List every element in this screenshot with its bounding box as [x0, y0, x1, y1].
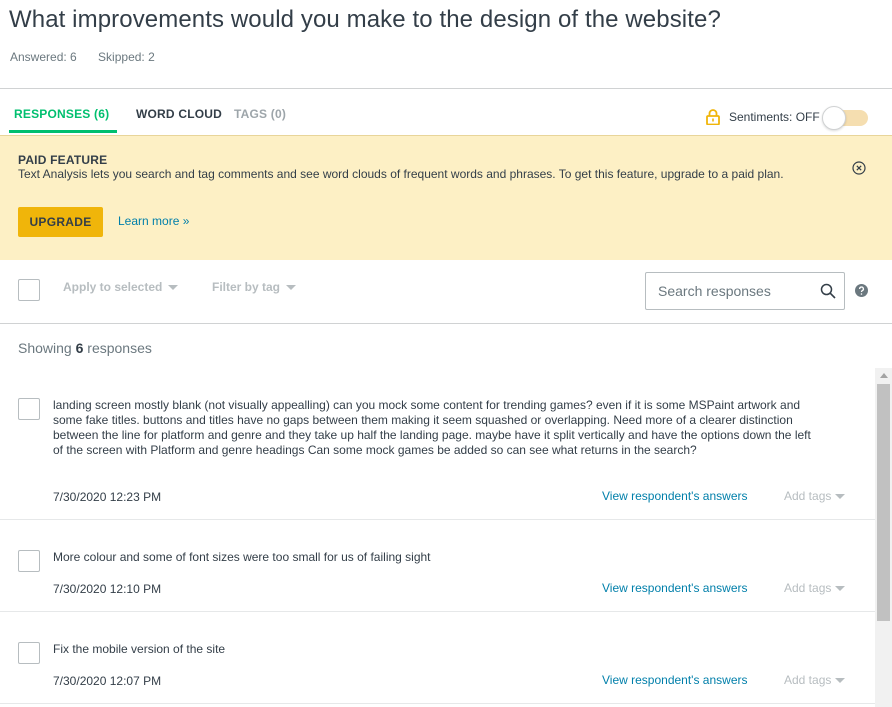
scrollbar-thumb[interactable] [877, 384, 890, 621]
list-item: Fix the mobile version of the site 7/30/… [0, 612, 875, 704]
tab-word-cloud[interactable]: WORD CLOUD [136, 107, 222, 121]
scrollbar[interactable] [875, 368, 892, 707]
response-checkbox[interactable] [18, 550, 40, 572]
chevron-down-icon [835, 493, 846, 499]
response-timestamp: 7/30/2020 12:07 PM [53, 674, 162, 688]
response-timestamp: 7/30/2020 12:10 PM [53, 582, 162, 596]
toggle-knob [821, 106, 846, 130]
active-tab-indicator [9, 130, 117, 133]
showing-count: Showing 6 responses [18, 340, 152, 356]
response-timestamp: 7/30/2020 12:23 PM [53, 490, 162, 504]
filter-by-tag-dropdown[interactable]: Filter by tag [212, 280, 297, 294]
apply-to-selected-label: Apply to selected [63, 280, 163, 294]
lock-icon [706, 109, 720, 125]
list-item: More colour and some of font sizes were … [0, 520, 875, 612]
view-respondent-answers-link[interactable]: View respondent's answers [602, 581, 747, 595]
tab-tags[interactable]: TAGS (0) [234, 107, 286, 121]
paid-feature-title: PAID FEATURE [18, 153, 108, 167]
help-icon[interactable] [855, 284, 868, 297]
apply-to-selected-dropdown[interactable]: Apply to selected [63, 280, 179, 294]
search-input[interactable] [646, 273, 814, 309]
add-tags-label: Add tags [784, 489, 832, 503]
add-tags-label: Add tags [784, 581, 832, 595]
add-tags-dropdown[interactable]: Add tags [784, 673, 846, 687]
add-tags-dropdown[interactable]: Add tags [784, 489, 846, 503]
paid-feature-description: Text Analysis lets you search and tag co… [18, 167, 784, 181]
responses-toolbar: Apply to selected Filter by tag [0, 260, 892, 324]
search-icon[interactable] [820, 283, 836, 299]
analysis-tabs: RESPONSES (6) WORD CLOUD TAGS (0) Sentim… [0, 89, 892, 135]
search-box [645, 272, 845, 310]
add-tags-label: Add tags [784, 673, 832, 687]
select-all-checkbox[interactable] [18, 279, 40, 301]
showing-prefix: Showing [18, 340, 72, 356]
view-respondent-answers-link[interactable]: View respondent's answers [602, 673, 747, 687]
scroll-up-arrow-icon[interactable] [880, 373, 888, 378]
chevron-down-icon [835, 585, 846, 591]
showing-number: 6 [75, 340, 84, 356]
response-text: More colour and some of font sizes were … [53, 550, 431, 564]
skipped-count: Skipped: 2 [98, 50, 155, 64]
response-stats: Answered: 6 Skipped: 2 [10, 50, 173, 64]
learn-more-link[interactable]: Learn more » [118, 214, 189, 228]
sentiments-control: Sentiments: OFF [706, 106, 868, 130]
answered-count: Answered: 6 [10, 50, 77, 64]
filter-by-tag-label: Filter by tag [212, 280, 281, 294]
list-item: landing screen mostly blank (not visuall… [0, 368, 875, 520]
response-checkbox[interactable] [18, 398, 40, 420]
view-respondent-answers-link[interactable]: View respondent's answers [602, 489, 747, 503]
showing-suffix: responses [87, 340, 152, 356]
add-tags-dropdown[interactable]: Add tags [784, 581, 846, 595]
chevron-down-icon [168, 284, 179, 290]
response-checkbox[interactable] [18, 642, 40, 664]
paid-feature-banner: PAID FEATURE Text Analysis lets you sear… [0, 135, 892, 260]
chevron-down-icon [286, 284, 297, 290]
close-icon[interactable] [852, 161, 866, 175]
response-text: Fix the mobile version of the site [53, 642, 226, 656]
chevron-down-icon [835, 677, 846, 683]
sentiments-label: Sentiments: OFF [729, 110, 820, 124]
tab-responses[interactable]: RESPONSES (6) [14, 107, 109, 121]
response-list: landing screen mostly blank (not visuall… [0, 368, 875, 707]
upgrade-button[interactable]: UPGRADE [18, 207, 103, 237]
question-title: What improvements would you make to the … [9, 6, 721, 33]
response-text: landing screen mostly blank (not visuall… [53, 398, 811, 457]
sentiments-toggle[interactable] [821, 106, 868, 130]
